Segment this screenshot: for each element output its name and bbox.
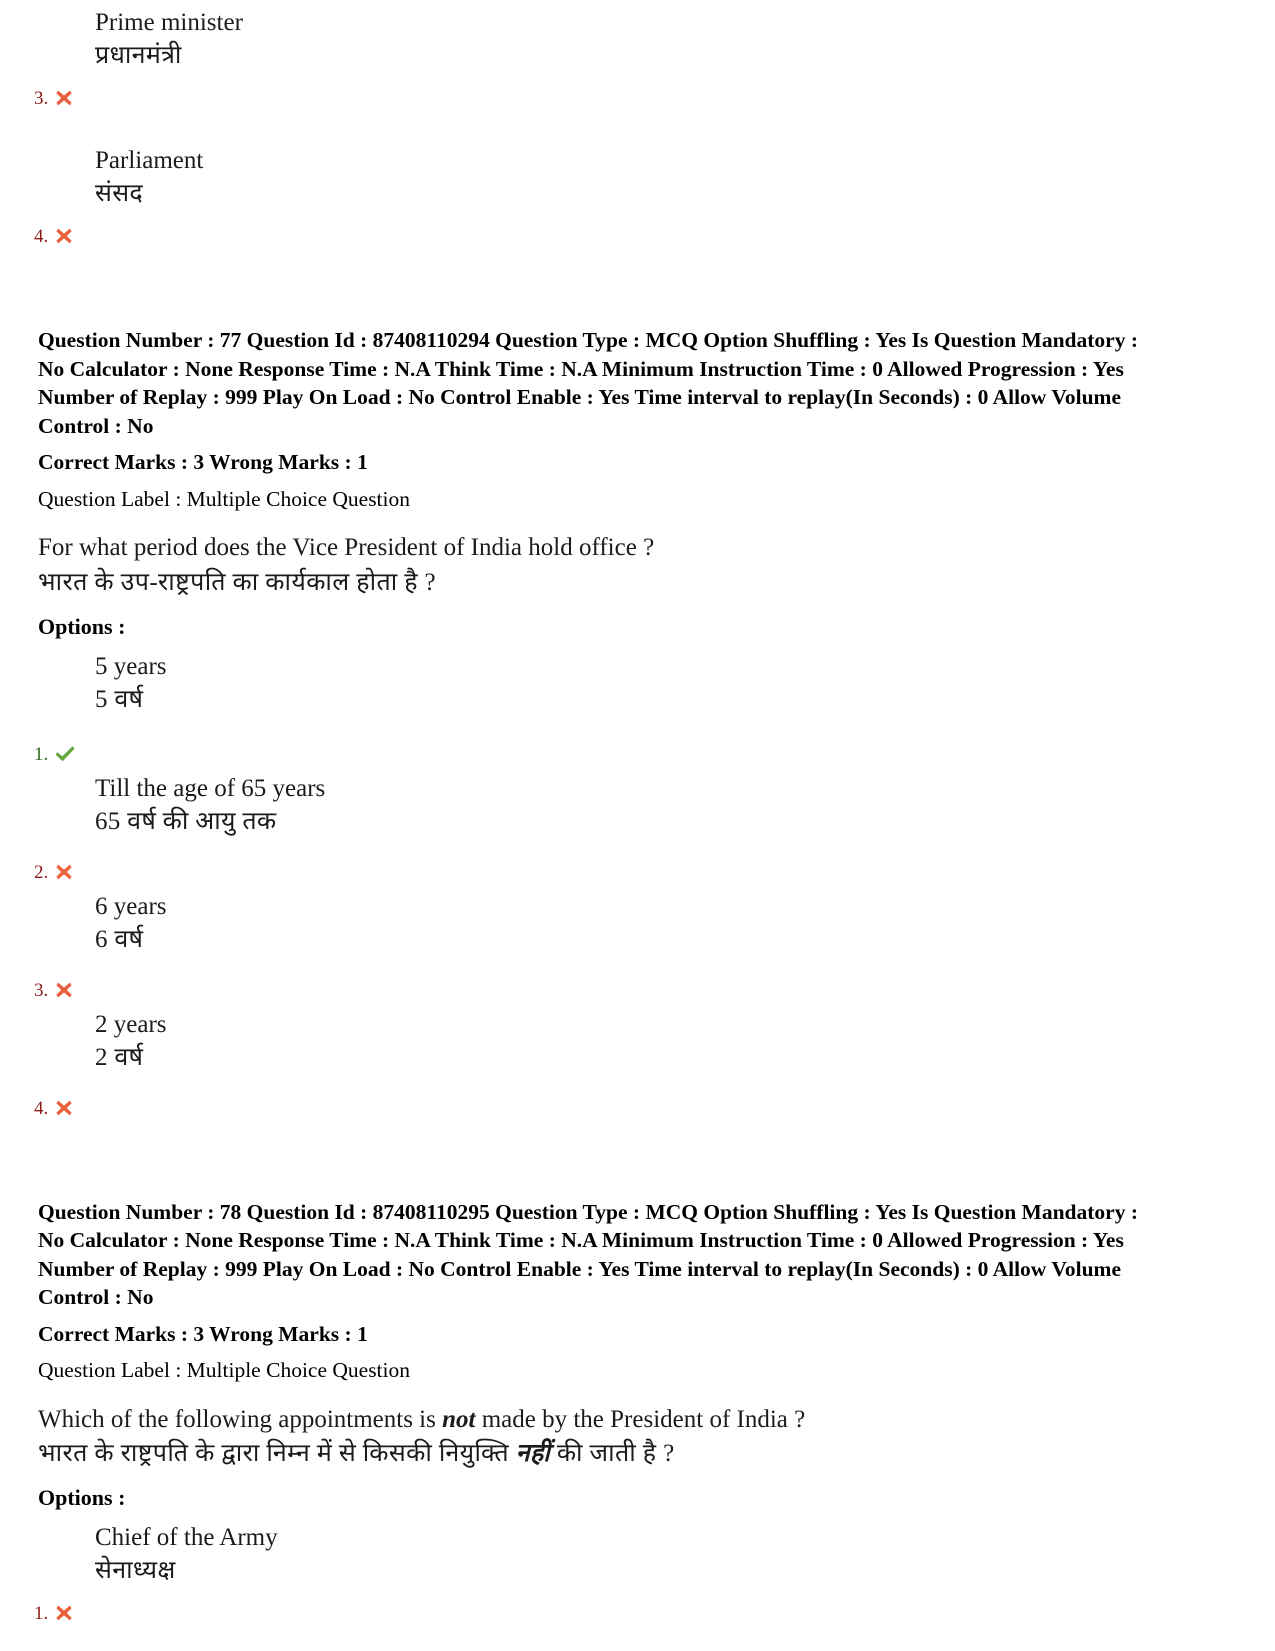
option-text-group: 5 years 5 वर्ष bbox=[95, 648, 1275, 717]
option-text-english: Chief of the Army bbox=[95, 1524, 278, 1552]
option-number: 1. bbox=[34, 743, 49, 765]
question-text-hindi: भारत के उप-राष्ट्रपति का कार्यकाल होता ह… bbox=[38, 565, 1275, 600]
option-text-english: 6 years bbox=[95, 892, 167, 920]
option-text-group: Till the age of 65 years 65 वर्ष की आयु … bbox=[95, 770, 1275, 839]
question-text-hindi-emphasis: नहीं bbox=[515, 1440, 551, 1468]
option-text-group: Prime minister प्रधानमंत्री bbox=[95, 4, 1275, 73]
option-row: 2. Till the age of 65 years 65 वर्ष की आ… bbox=[0, 770, 1275, 888]
question-block-77: Question Number : 77 Question Id : 87408… bbox=[0, 326, 1275, 1124]
question-text-hindi-part: भारत के उप-राष्ट्रपति का कार्यकाल होता ह… bbox=[38, 568, 437, 596]
option-text-group: 6 years 6 वर्ष bbox=[95, 888, 1275, 957]
option-text-english: Till the age of 65 years bbox=[95, 774, 326, 802]
question-stem: For what period does the Vice President … bbox=[38, 531, 1275, 600]
options-heading: Options : bbox=[38, 1485, 126, 1511]
cross-icon bbox=[54, 1098, 74, 1118]
option-text-group: Parliament संसद bbox=[95, 142, 1275, 211]
cross-icon bbox=[54, 226, 74, 246]
question-text-hindi-part: की जाती है ? bbox=[550, 1440, 675, 1468]
question-text-english-part: made by the President of India ? bbox=[475, 1405, 806, 1433]
option-marker: 1. bbox=[34, 743, 75, 765]
options-list: 1. Chief of the Army सेनाध्यक्ष bbox=[0, 1519, 1275, 1629]
question-marks: Correct Marks : 3 Wrong Marks : 1 bbox=[38, 1322, 368, 1346]
option-text-english: Parliament bbox=[95, 147, 204, 174]
option-row: 4. Parliament संसद bbox=[0, 142, 1275, 252]
option-text-hindi: संसद bbox=[95, 180, 143, 207]
question-text-english-part: Which of the following appointments is bbox=[38, 1405, 443, 1433]
options-heading: Options : bbox=[38, 613, 126, 639]
question-text-hindi: भारत के राष्ट्रपति के द्वारा निम्न में स… bbox=[38, 1436, 1275, 1471]
question-stem: Which of the following appointments is n… bbox=[38, 1403, 1275, 1472]
question-text-english: Which of the following appointments is n… bbox=[38, 1403, 1275, 1437]
question-text-hindi-part: भारत के राष्ट्रपति के द्वारा निम्न में स… bbox=[38, 1440, 516, 1468]
option-row: 3. 6 years 6 वर्ष bbox=[0, 888, 1275, 1006]
continued-options-group: 3. Prime minister प्रधानमंत्री 4. Parlia… bbox=[0, 0, 1275, 252]
option-row: 1. Chief of the Army सेनाध्यक्ष bbox=[0, 1519, 1275, 1629]
cross-icon bbox=[54, 88, 74, 108]
question-block-78: Question Number : 78 Question Id : 87408… bbox=[0, 1198, 1275, 1630]
option-text-hindi: 6 वर्ष bbox=[95, 925, 144, 953]
option-number: 4. bbox=[34, 226, 49, 247]
option-text-english: 2 years bbox=[95, 1010, 167, 1038]
option-marker: 3. bbox=[34, 88, 74, 108]
option-number: 2. bbox=[34, 861, 49, 883]
option-text-hindi: सेनाध्यक्ष bbox=[95, 1557, 176, 1585]
option-row: 1. 5 years 5 वर्ष bbox=[0, 648, 1275, 770]
option-marker: 2. bbox=[34, 862, 74, 882]
option-number: 3. bbox=[34, 979, 49, 1001]
question-text-english-emphasis: not bbox=[442, 1405, 476, 1433]
options-list: 1. 5 years 5 वर्ष 2. Till the age of 65 … bbox=[0, 648, 1275, 1124]
option-number: 3. bbox=[34, 88, 49, 109]
check-icon bbox=[54, 744, 75, 764]
option-text-group: Chief of the Army सेनाध्यक्ष bbox=[95, 1519, 1275, 1588]
option-text-group: 2 years 2 वर्ष bbox=[95, 1006, 1275, 1075]
option-number: 4. bbox=[34, 1097, 49, 1119]
question-metadata: Question Number : 78 Question Id : 87408… bbox=[38, 1199, 1138, 1310]
question-label: Question Label : Multiple Choice Questio… bbox=[38, 486, 411, 511]
option-text-hindi: 65 वर्ष की आयु तक bbox=[95, 807, 277, 835]
option-text-english: 5 years bbox=[95, 652, 167, 680]
question-text-english: For what period does the Vice President … bbox=[38, 531, 1275, 565]
option-marker: 1. bbox=[34, 1603, 74, 1623]
cross-icon bbox=[54, 1603, 74, 1623]
option-marker: 3. bbox=[34, 980, 74, 1000]
question-marks: Correct Marks : 3 Wrong Marks : 1 bbox=[38, 450, 368, 475]
exam-question-page: 3. Prime minister प्रधानमंत्री 4. Parlia… bbox=[0, 0, 1275, 1651]
option-marker: 4. bbox=[34, 1098, 74, 1118]
option-row: 4. 2 years 2 वर्ष bbox=[0, 1006, 1275, 1124]
question-metadata: Question Number : 77 Question Id : 87408… bbox=[38, 328, 1138, 438]
cross-icon bbox=[54, 980, 74, 1000]
question-text-english-part: For what period does the Vice President … bbox=[38, 533, 655, 561]
option-text-hindi: प्रधानमंत्री bbox=[95, 42, 182, 69]
option-row: 3. Prime minister प्रधानमंत्री bbox=[0, 0, 1275, 114]
option-text-english: Prime minister bbox=[95, 9, 243, 36]
question-label: Question Label : Multiple Choice Questio… bbox=[38, 1358, 411, 1383]
cross-icon bbox=[54, 862, 74, 882]
option-text-hindi: 5 वर्ष bbox=[95, 685, 144, 713]
option-marker: 4. bbox=[34, 226, 74, 246]
option-text-hindi: 2 वर्ष bbox=[95, 1043, 144, 1071]
option-number: 1. bbox=[34, 1603, 49, 1625]
